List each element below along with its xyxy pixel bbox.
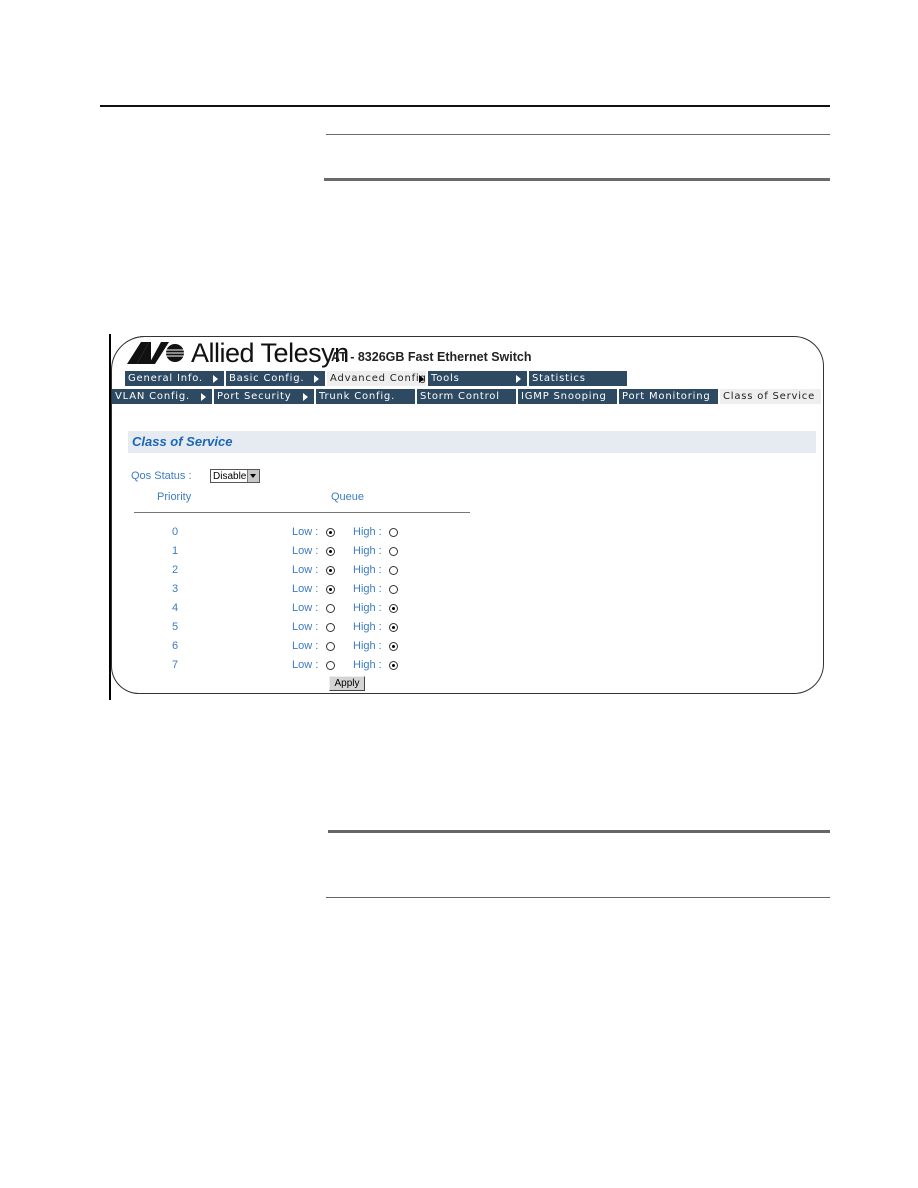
qos-status-label: Qos Status : bbox=[131, 470, 192, 482]
submenu-arrow-icon bbox=[213, 375, 218, 383]
low-queue-radio[interactable] bbox=[326, 528, 335, 537]
low-label: Low : bbox=[292, 583, 319, 595]
low-label: Low : bbox=[292, 564, 319, 576]
high-queue-radio[interactable] bbox=[389, 566, 398, 575]
submenu-arrow-icon bbox=[516, 375, 521, 383]
qos-status-value: Disable bbox=[213, 471, 247, 482]
menu-general-info[interactable]: General Info. bbox=[125, 371, 226, 386]
submenu-arrow-icon bbox=[419, 375, 424, 383]
high-queue-radio[interactable] bbox=[389, 623, 398, 632]
high-label: High : bbox=[353, 621, 382, 633]
divider-rule bbox=[326, 897, 830, 898]
low-label: Low : bbox=[292, 602, 319, 614]
table-row: 1 Low : High : bbox=[0, 545, 500, 563]
high-queue-radio[interactable] bbox=[389, 528, 398, 537]
table-header-rule bbox=[134, 512, 470, 513]
brand-logo: Allied Telesyn bbox=[127, 338, 349, 368]
low-queue-radio[interactable] bbox=[326, 585, 335, 594]
column-header-priority: Priority bbox=[157, 491, 192, 503]
low-label: Low : bbox=[292, 621, 319, 633]
high-queue-radio[interactable] bbox=[389, 642, 398, 651]
table-row: 0 Low : High : bbox=[0, 526, 500, 544]
priority-value: 5 bbox=[172, 621, 179, 633]
high-label: High : bbox=[353, 564, 382, 576]
menu-igmp-snooping[interactable]: IGMP Snooping bbox=[518, 389, 619, 404]
high-queue-radio[interactable] bbox=[389, 604, 398, 613]
menu-advanced-config[interactable]: Advanced Config. bbox=[327, 371, 428, 386]
menu-port-security[interactable]: Port Security bbox=[214, 389, 316, 404]
low-queue-radio[interactable] bbox=[326, 642, 335, 651]
divider-rule bbox=[328, 830, 830, 833]
menu-label: Statistics bbox=[532, 373, 586, 384]
low-label: Low : bbox=[292, 545, 319, 557]
low-queue-radio[interactable] bbox=[326, 661, 335, 670]
high-label: High : bbox=[353, 545, 382, 557]
priority-value: 0 bbox=[172, 526, 179, 538]
high-label: High : bbox=[353, 659, 382, 671]
menu-basic-config[interactable]: Basic Config. bbox=[226, 371, 327, 386]
menu-label: IGMP Snooping bbox=[521, 391, 607, 402]
low-queue-radio[interactable] bbox=[326, 547, 335, 556]
menu-label: Advanced Config. bbox=[330, 373, 428, 384]
priority-value: 2 bbox=[172, 564, 179, 576]
divider-rule bbox=[324, 178, 830, 181]
apply-button[interactable]: Apply bbox=[329, 676, 365, 691]
product-name: AT - 8326GB Fast Ethernet Switch bbox=[331, 350, 532, 364]
table-row: 3 Low : High : bbox=[0, 583, 500, 601]
menu-storm-control[interactable]: Storm Control bbox=[417, 389, 518, 404]
high-queue-radio[interactable] bbox=[389, 547, 398, 556]
low-queue-radio[interactable] bbox=[326, 566, 335, 575]
menu-label: Basic Config. bbox=[229, 373, 305, 384]
menu-trunk-config[interactable]: Trunk Config. bbox=[316, 389, 417, 404]
menu-label: Storm Control bbox=[420, 391, 500, 402]
page-header-rule bbox=[100, 105, 830, 107]
menu-label: Tools bbox=[431, 373, 460, 384]
page-title: Class of Service bbox=[132, 434, 233, 449]
submenu-arrow-icon bbox=[303, 393, 308, 401]
high-queue-radio[interactable] bbox=[389, 661, 398, 670]
section-header: Class of Service bbox=[128, 431, 816, 453]
chevron-down-icon[interactable] bbox=[247, 470, 259, 482]
divider-rule bbox=[326, 134, 830, 135]
column-header-queue: Queue bbox=[331, 491, 365, 503]
menu-label: General Info. bbox=[128, 373, 203, 384]
menu-vlan-config[interactable]: VLAN Config. bbox=[112, 389, 214, 404]
high-queue-radio[interactable] bbox=[389, 585, 398, 594]
low-label: Low : bbox=[292, 659, 319, 671]
low-queue-radio[interactable] bbox=[326, 604, 335, 613]
menu-tools[interactable]: Tools bbox=[428, 371, 529, 386]
menu-label: VLAN Config. bbox=[115, 391, 191, 402]
primary-menu: General Info. Basic Config. Advanced Con… bbox=[125, 371, 629, 387]
high-label: High : bbox=[353, 583, 382, 595]
priority-value: 7 bbox=[172, 659, 179, 671]
priority-value: 6 bbox=[172, 640, 179, 652]
menu-label: Class of Service bbox=[723, 391, 816, 402]
high-label: High : bbox=[353, 640, 382, 652]
menu-class-of-service[interactable]: Class of Service bbox=[720, 389, 821, 404]
table-row: 5 Low : High : bbox=[0, 621, 500, 639]
table-row: 2 Low : High : bbox=[0, 564, 500, 582]
menu-label: Trunk Config. bbox=[319, 391, 396, 402]
table-row: 7 Low : High : bbox=[0, 659, 500, 677]
high-label: High : bbox=[353, 602, 382, 614]
low-label: Low : bbox=[292, 640, 319, 652]
menu-port-monitoring[interactable]: Port Monitoring bbox=[619, 389, 720, 404]
qos-status-select[interactable]: Disable bbox=[210, 469, 260, 483]
brand-name: Allied Telesyn bbox=[191, 338, 349, 368]
submenu-arrow-icon bbox=[201, 393, 206, 401]
menu-label: Port Monitoring bbox=[622, 391, 711, 402]
low-label: Low : bbox=[292, 526, 319, 538]
high-label: High : bbox=[353, 526, 382, 538]
menu-label: Port Security bbox=[217, 391, 292, 402]
table-row: 6 Low : High : bbox=[0, 640, 500, 658]
menu-statistics[interactable]: Statistics bbox=[529, 371, 629, 386]
priority-value: 4 bbox=[172, 602, 179, 614]
allied-telesyn-logo-icon bbox=[127, 342, 184, 364]
secondary-menu: VLAN Config. Port Security Trunk Config.… bbox=[112, 389, 821, 405]
low-queue-radio[interactable] bbox=[326, 623, 335, 632]
submenu-arrow-icon bbox=[314, 375, 319, 383]
priority-value: 3 bbox=[172, 583, 179, 595]
priority-value: 1 bbox=[172, 545, 179, 557]
table-row: 4 Low : High : bbox=[0, 602, 500, 620]
